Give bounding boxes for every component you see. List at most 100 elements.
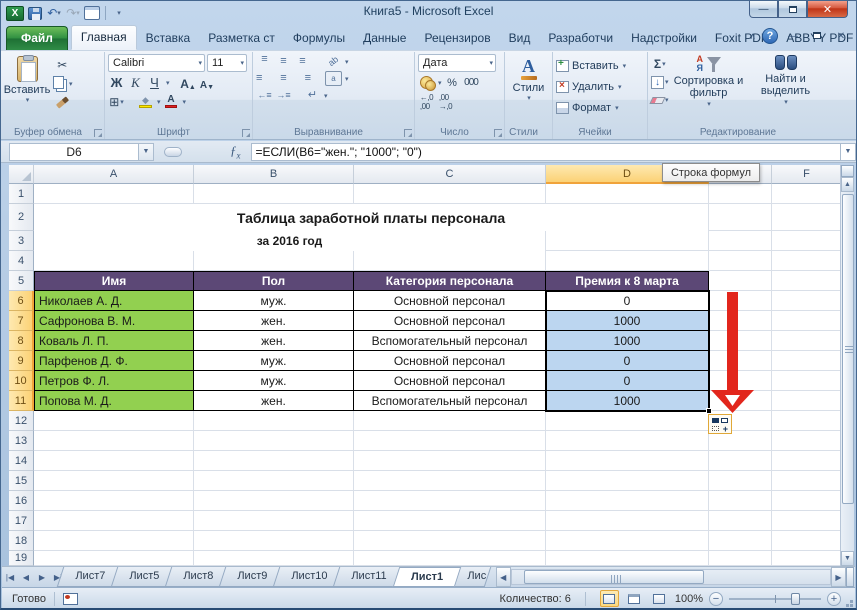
ribbon-tab-данные[interactable]: Данные [354,27,415,50]
align-bottom-button[interactable]: ≡ [294,54,311,69]
ribbon-tab-рецензиров[interactable]: Рецензиров [415,27,499,50]
cell-D11[interactable]: 1000 [546,391,709,411]
row-header-11[interactable]: 11 [9,391,34,411]
row-header-3[interactable]: 3 [9,231,34,251]
increase-decimal-button[interactable]: ←,0,00 [418,93,435,110]
cell-D14[interactable] [546,451,709,471]
table-header-C5[interactable]: Категория персонала [354,271,546,291]
row-header-10[interactable]: 10 [9,371,34,391]
cell-A1[interactable] [34,184,194,204]
row-header-4[interactable]: 4 [9,251,34,271]
sort-filter-button[interactable]: АЯ Сортировка и фильтр▾ [672,54,746,124]
column-header-A[interactable]: A [34,165,194,184]
cell-F16[interactable] [772,491,842,511]
column-header-C[interactable]: C [354,165,546,184]
ribbon-tab-формулы[interactable]: Формулы [284,27,354,50]
restore-button[interactable] [778,1,807,18]
align-left-button[interactable]: ≡ [256,71,273,86]
cell-E16[interactable] [709,491,772,511]
row-header-16[interactable]: 16 [9,491,34,511]
format-cells-button[interactable]: Формат▾ [556,98,626,117]
row-header-2[interactable]: 2 [9,204,34,231]
vertical-split-handle[interactable] [841,165,854,177]
align-middle-button[interactable]: ≡ [275,54,292,69]
cell-E2[interactable] [709,204,772,231]
minimize-ribbon-icon[interactable]: ∧ [749,31,756,42]
row-header-9[interactable]: 9 [9,351,34,371]
cell-F4[interactable] [772,251,842,271]
cell-C12[interactable] [354,411,546,431]
cell-E3[interactable] [709,231,772,251]
increase-font-button[interactable]: А▲ [180,74,197,91]
cell-B1[interactable] [194,184,354,204]
cell-E18[interactable] [709,531,772,551]
cell-E15[interactable] [709,471,772,491]
cell-E5[interactable] [709,271,772,291]
formula-input[interactable]: =ЕСЛИ(B6="жен."; "1000"; "0") [251,143,841,161]
cell-A11[interactable]: Попова М. Д. [34,391,194,411]
cell-D17[interactable] [546,511,709,531]
format-painter-button[interactable] [52,94,73,111]
cell-E9[interactable] [709,351,772,371]
cell-B9[interactable]: муж. [194,351,354,371]
orientation-button[interactable]: ab [322,50,345,72]
horizontal-scroll-thumb[interactable] [524,570,704,584]
name-box[interactable]: D6 [9,143,139,161]
page-break-view-button[interactable] [650,590,669,607]
row-header-8[interactable]: 8 [9,331,34,351]
cell-B11[interactable]: жен. [194,391,354,411]
styles-button[interactable]: А Стили ▾ [508,54,549,124]
decrease-font-button[interactable]: А▼ [199,74,216,91]
cell-F17[interactable] [772,511,842,531]
cell-F2[interactable] [772,204,842,231]
cell-A17[interactable] [34,511,194,531]
row-header-17[interactable]: 17 [9,511,34,531]
paste-button[interactable]: Вставить ▾ [5,54,49,124]
align-right-button[interactable]: ≡ [294,71,311,86]
book-restore-icon[interactable] [808,31,826,42]
horizontal-split-handle[interactable] [846,567,854,587]
cell-B17[interactable] [194,511,354,531]
underline-button[interactable]: Ч [146,74,163,91]
increase-indent-button[interactable]: →≡ [275,88,292,103]
cell-F8[interactable] [772,331,842,351]
cell-A9[interactable]: Парфенов Д. Ф. [34,351,194,371]
merged-title-cell[interactable]: Таблица заработной платы персонала [34,204,709,231]
cell-E10[interactable] [709,371,772,391]
hscroll-left-icon[interactable]: ◀ [496,567,511,587]
zoom-slider-handle[interactable] [791,593,800,605]
row-header-13[interactable]: 13 [9,431,34,451]
cell-A6[interactable]: Николаев А. Д. [34,291,194,311]
horizontal-scrollbar[interactable] [511,569,831,585]
expand-formula-bar-icon[interactable]: ▼ [840,143,856,161]
ribbon-tab-file[interactable]: Файл [6,26,68,50]
cell-B12[interactable] [194,411,354,431]
cell-F19[interactable] [772,551,842,566]
cell-A8[interactable]: Коваль Л. П. [34,331,194,351]
cell-D19[interactable] [546,551,709,566]
cell-C6[interactable]: Основной персонал [354,291,546,311]
cell-C15[interactable] [354,471,546,491]
cell-B16[interactable] [194,491,354,511]
close-button[interactable]: ✕ [807,1,848,18]
cell-A14[interactable] [34,451,194,471]
cell-F13[interactable] [772,431,842,451]
row-header-1[interactable]: 1 [9,184,34,204]
cell-F9[interactable] [772,351,842,371]
first-sheet-icon[interactable]: |◀ [2,567,18,587]
row-header-19[interactable]: 19 [9,551,34,566]
cell-F6[interactable] [772,291,842,311]
cell-B18[interactable] [194,531,354,551]
cell-D9[interactable]: 0 [546,351,709,371]
cell-F15[interactable] [772,471,842,491]
ribbon-tab-надстройки[interactable]: Надстройки [622,27,706,50]
hscroll-right-icon[interactable]: ▶ [831,567,846,587]
currency-button[interactable] [418,74,435,91]
table-header-D5[interactable]: Премия к 8 марта [546,271,709,291]
number-format-select[interactable]: Дата▾ [418,54,496,72]
font-name-select[interactable]: Calibri▾ [108,54,205,72]
zoom-slider[interactable] [729,598,821,600]
ribbon-tab-вид[interactable]: Вид [500,27,540,50]
thousands-button[interactable]: 000 [463,74,480,91]
resize-grip[interactable] [850,604,853,607]
